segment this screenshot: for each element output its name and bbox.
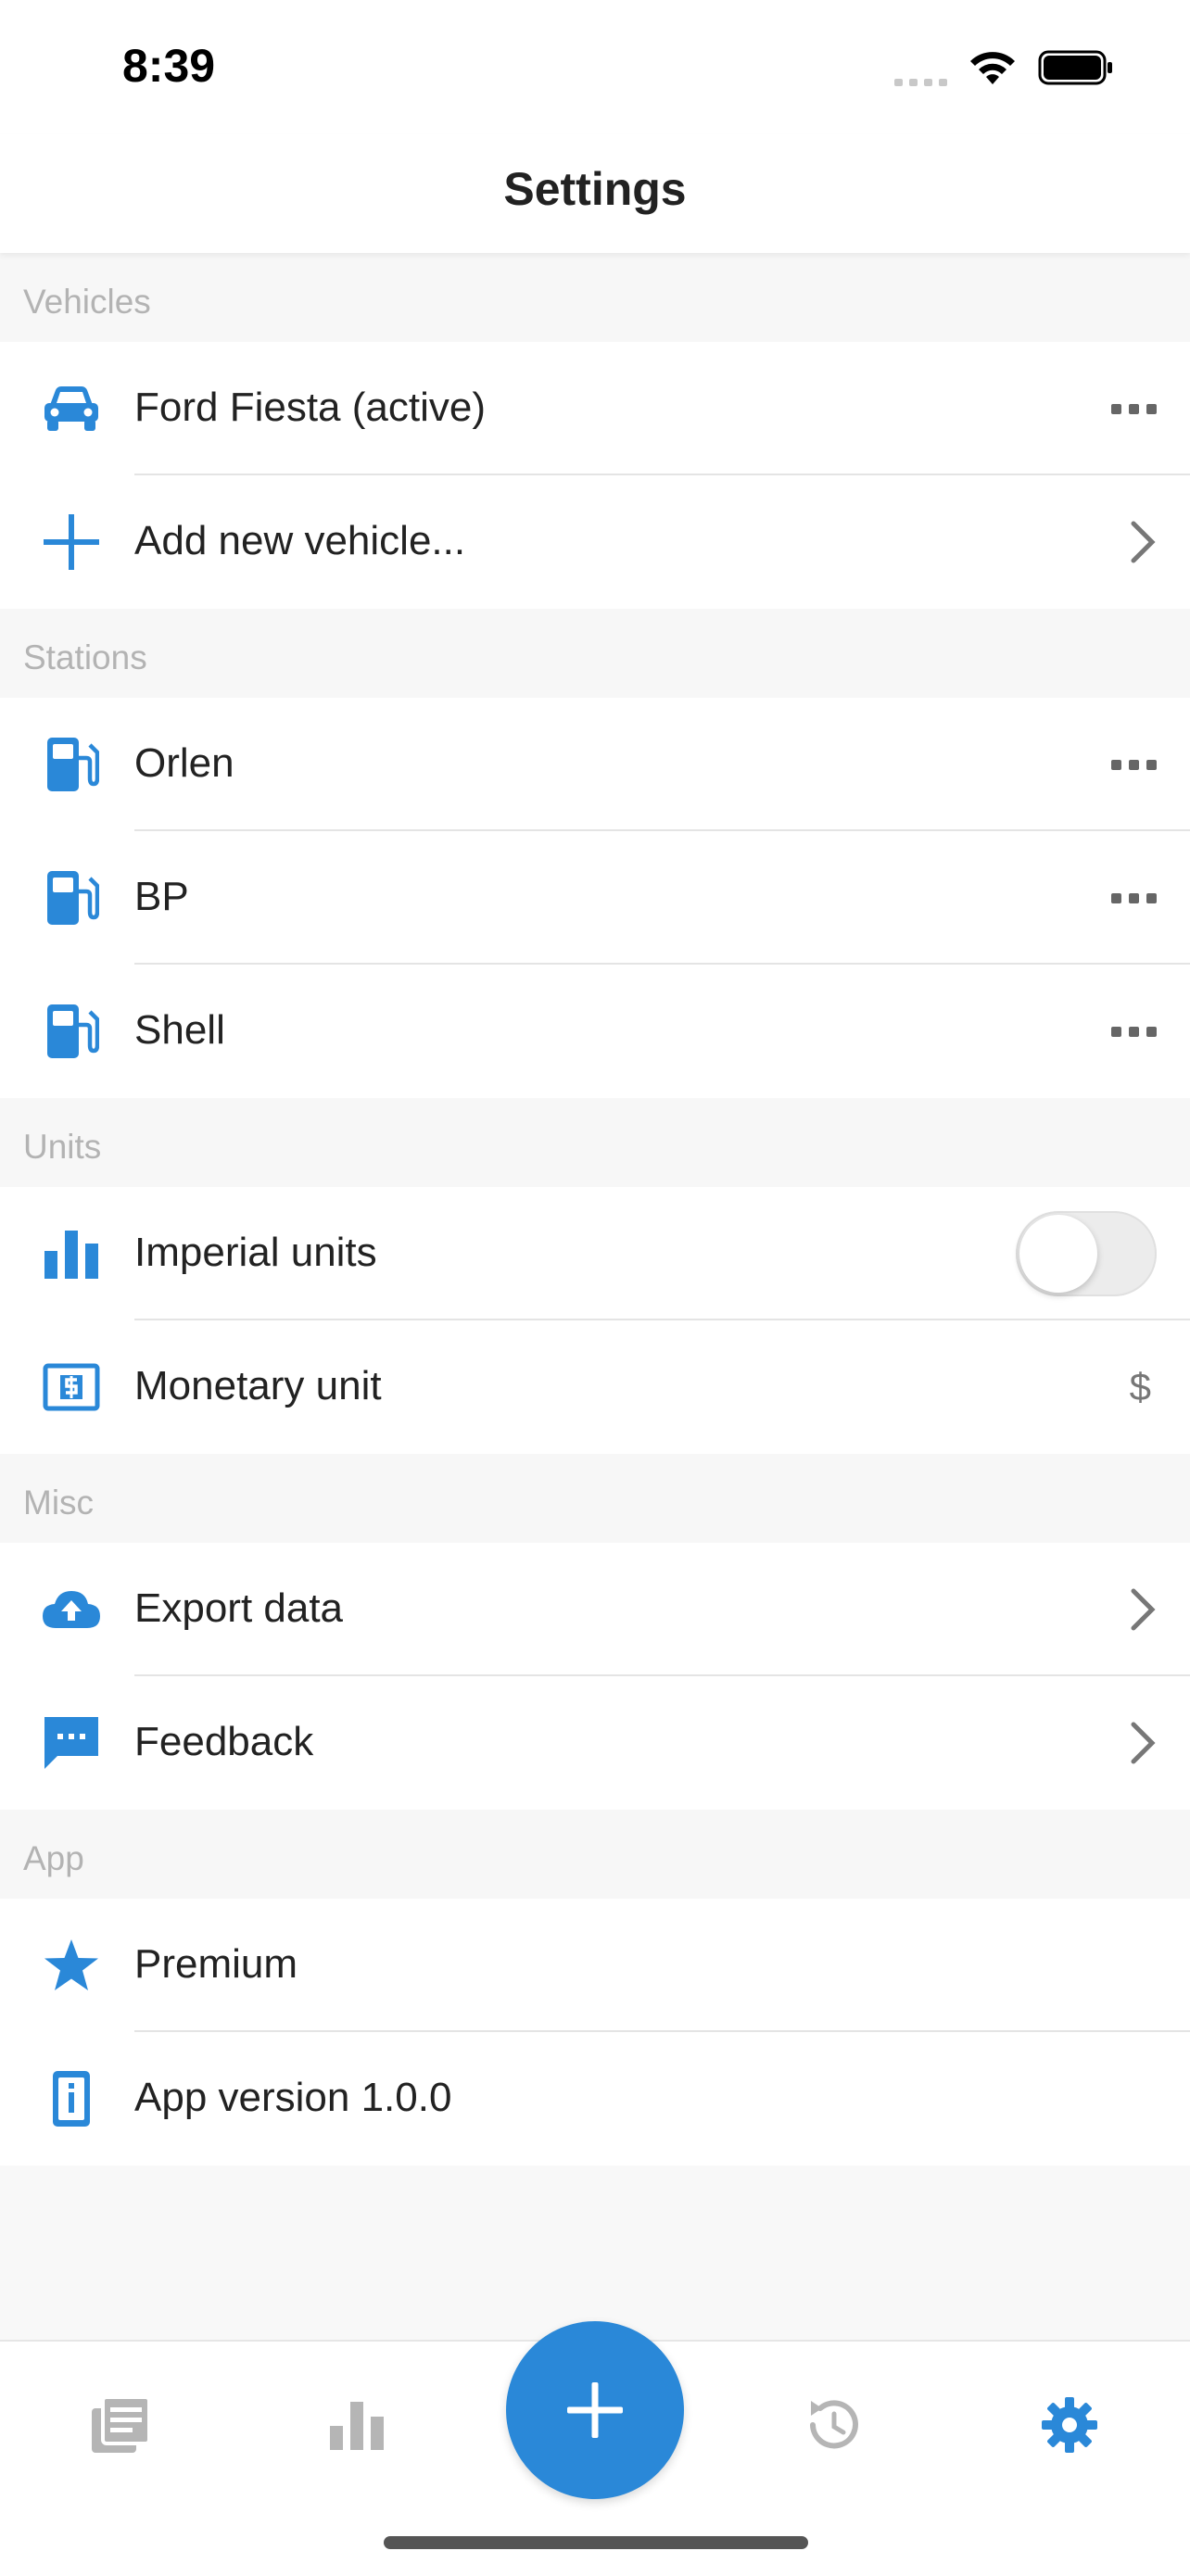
station-row-bp[interactable]: BP	[0, 831, 1190, 965]
plus-icon	[567, 2382, 623, 2438]
section-header-label: Misc	[23, 1484, 95, 1522]
info-icon	[39, 2069, 104, 2128]
export-data-label: Export data	[134, 1585, 344, 1631]
plus-icon	[39, 512, 104, 572]
imperial-units-toggle[interactable]	[1016, 1211, 1157, 1296]
chevron-right-icon	[1129, 475, 1157, 609]
bar-chart-icon	[39, 1224, 104, 1283]
add-entry-button[interactable]	[506, 2321, 684, 2499]
tab-stats[interactable]	[320, 2388, 394, 2462]
more-options-icon[interactable]	[1111, 698, 1157, 831]
car-icon	[39, 379, 104, 438]
monetary-unit-value: $	[1129, 1365, 1151, 1408]
imperial-units-row: Imperial units	[0, 1187, 1190, 1320]
section-header-stations: Stations	[0, 609, 1190, 698]
station-label: Orlen	[134, 740, 234, 786]
vehicle-row-ford-fiesta[interactable]: Ford Fiesta (active)	[0, 342, 1190, 475]
status-icons	[894, 44, 1114, 91]
money-icon	[39, 1357, 104, 1417]
app-version-row: App version 1.0.0	[0, 2032, 1190, 2166]
fuel-station-icon	[39, 1002, 104, 1061]
add-vehicle-row[interactable]: Add new vehicle...	[0, 475, 1190, 609]
logbook-icon	[92, 2395, 151, 2453]
chevron-right-icon	[1129, 1676, 1157, 1810]
cloud-upload-icon	[39, 1580, 104, 1639]
section-header-label: Stations	[23, 638, 147, 676]
feedback-label: Feedback	[134, 1719, 314, 1764]
star-icon	[39, 1936, 104, 1995]
section-header-app: App	[0, 1810, 1190, 1899]
tab-settings[interactable]	[1032, 2388, 1107, 2462]
monetary-unit-label: Monetary unit	[134, 1363, 382, 1408]
tab-history[interactable]	[795, 2388, 869, 2462]
chat-bubble-icon	[39, 1713, 104, 1773]
vehicle-label: Ford Fiesta (active)	[134, 385, 486, 430]
station-label: BP	[134, 874, 189, 919]
premium-row[interactable]: Premium	[0, 1899, 1190, 2032]
section-header-label: App	[23, 1839, 84, 1877]
status-bar: 8:39	[0, 0, 1190, 134]
fuel-station-icon	[39, 735, 104, 794]
status-time: 8:39	[122, 40, 216, 92]
section-header-misc: Misc	[0, 1454, 1190, 1543]
monetary-unit-row[interactable]: Monetary unit $	[0, 1320, 1190, 1454]
station-row-shell[interactable]: Shell	[0, 965, 1190, 1098]
imperial-units-toggle-container	[1016, 1187, 1157, 1320]
cellular-signal-icon	[894, 49, 947, 86]
home-indicator	[384, 2536, 808, 2549]
section-header-label: Units	[23, 1128, 102, 1166]
premium-label: Premium	[134, 1941, 298, 1987]
battery-icon	[1038, 50, 1112, 85]
chevron-right-icon	[1129, 1543, 1157, 1676]
wifi-icon	[970, 52, 1015, 84]
app-version-label: App version 1.0.0	[134, 2075, 452, 2120]
fuel-station-icon	[39, 868, 104, 928]
page-title: Settings	[503, 163, 687, 215]
feedback-row[interactable]: Feedback	[0, 1676, 1190, 1810]
history-icon	[810, 2400, 858, 2449]
more-options-icon[interactable]	[1111, 342, 1157, 475]
section-header-label: Vehicles	[23, 283, 151, 321]
station-row-orlen[interactable]: Orlen	[0, 698, 1190, 831]
navigation-bar: Settings	[0, 134, 1190, 253]
toggle-knob	[1019, 1215, 1097, 1293]
station-label: Shell	[134, 1007, 225, 1053]
add-vehicle-label: Add new vehicle...	[134, 518, 466, 563]
more-options-icon[interactable]	[1111, 831, 1157, 965]
export-data-row[interactable]: Export data	[0, 1543, 1190, 1676]
section-header-vehicles: Vehicles	[0, 253, 1190, 342]
monetary-unit-value-container: $	[1130, 1320, 1157, 1454]
settings-list: Vehicles Ford Fiesta (active) Add new ve…	[0, 253, 1190, 2166]
stats-icon	[330, 2402, 384, 2450]
section-header-units: Units	[0, 1098, 1190, 1187]
tab-logbook[interactable]	[83, 2388, 158, 2462]
gear-icon	[1042, 2397, 1097, 2453]
imperial-units-label: Imperial units	[134, 1230, 377, 1275]
more-options-icon[interactable]	[1111, 965, 1157, 1098]
